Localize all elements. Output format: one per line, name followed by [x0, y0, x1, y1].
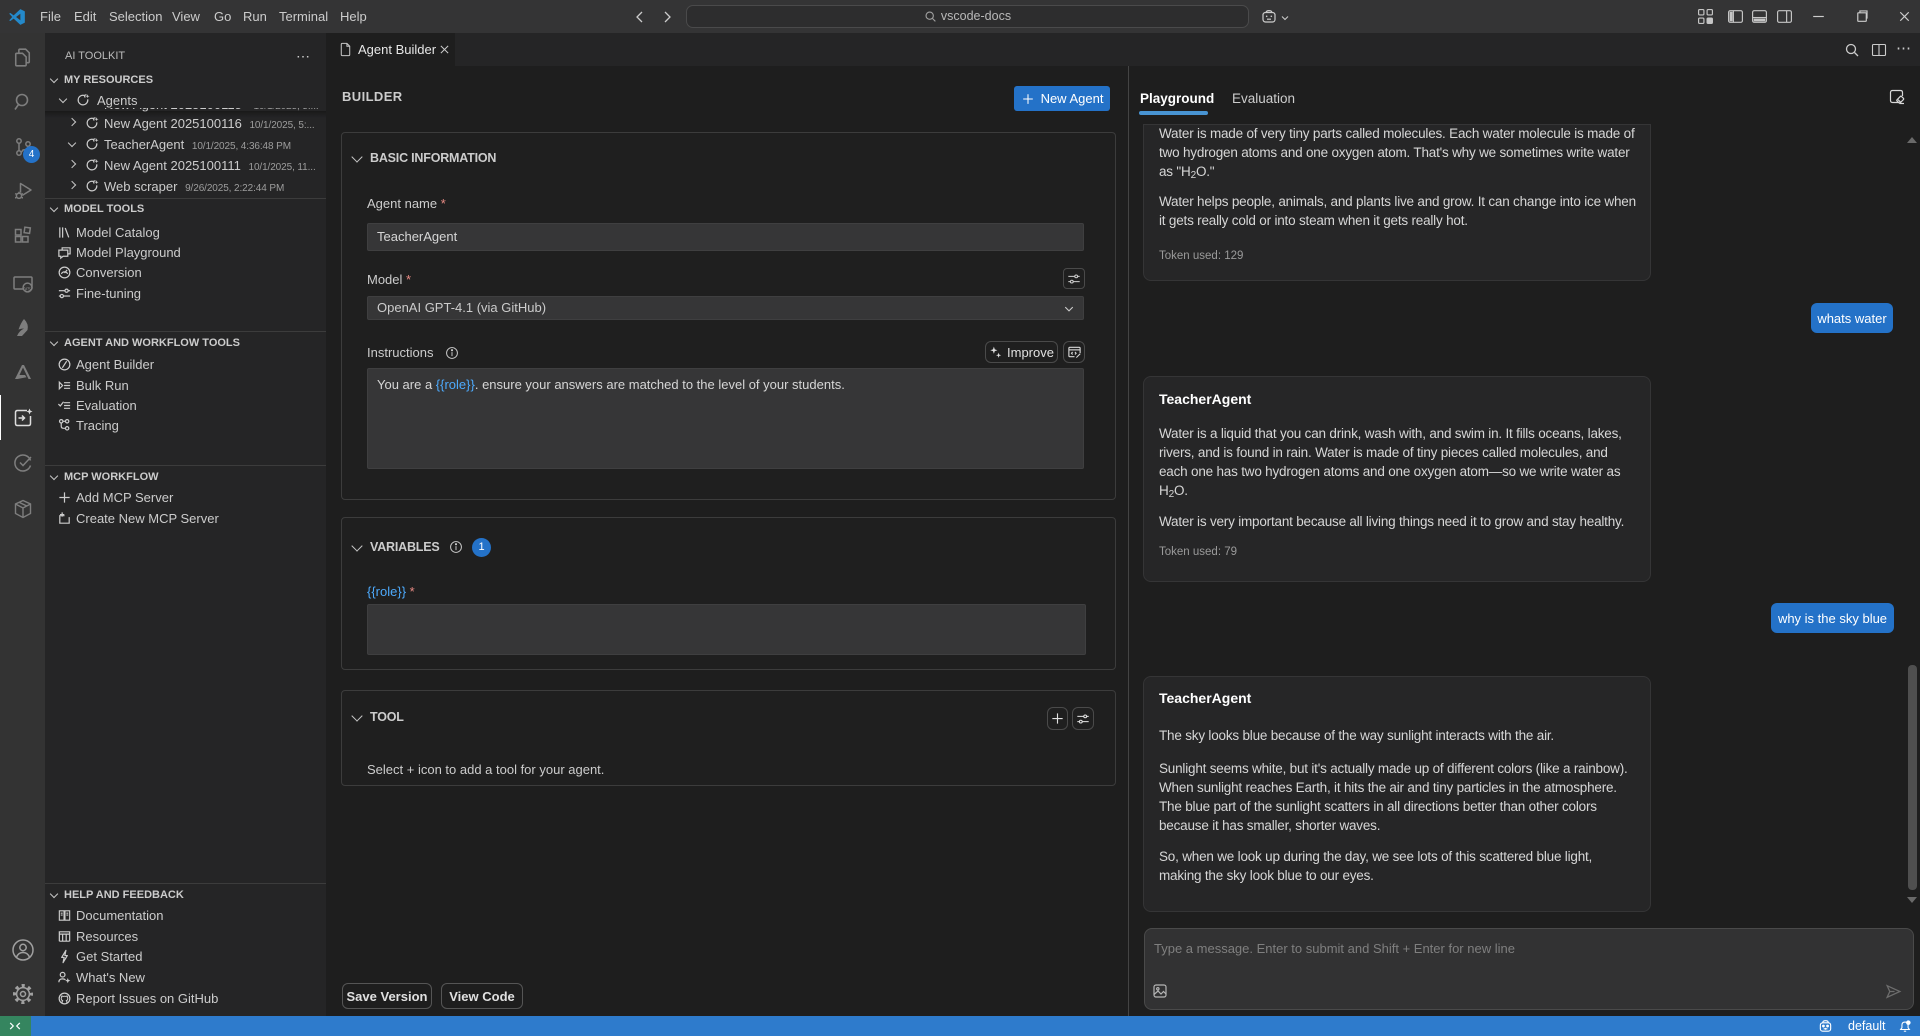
svg-text:vs: vs	[24, 285, 31, 292]
